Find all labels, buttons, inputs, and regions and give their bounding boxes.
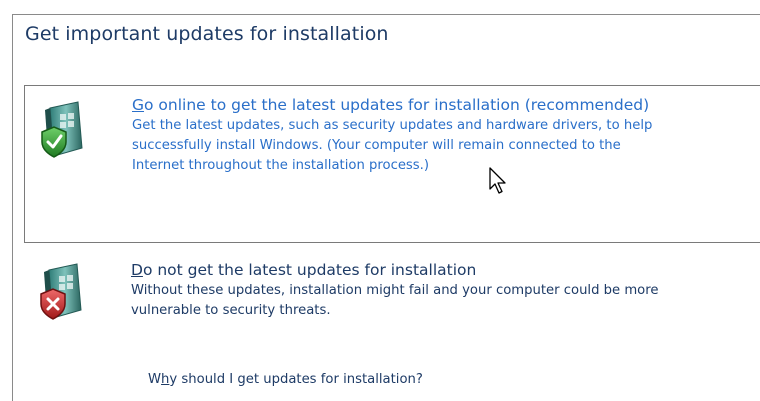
skip-updates-desc-line: Without these updates, installation migh… bbox=[131, 283, 659, 298]
why-updates-link[interactable]: Why should I get updates for installatio… bbox=[148, 372, 423, 387]
skip-updates-heading: Do not get the latest updates for instal… bbox=[131, 261, 760, 280]
go-online-description: Get the latest updates, such as security… bbox=[132, 116, 760, 176]
skip-updates-description: Without these updates, installation migh… bbox=[131, 281, 760, 321]
go-online-heading: Go online to get the latest updates for … bbox=[132, 96, 760, 115]
go-online-desc-line: successfully install Windows. (Your comp… bbox=[132, 138, 621, 153]
why-link-pre: W bbox=[148, 372, 162, 387]
go-online-desc-line: Internet throughout the installation pro… bbox=[132, 158, 430, 173]
updates-dialog: Get important updates for installation G… bbox=[12, 14, 760, 401]
skip-updates-text: Do not get the latest updates for instal… bbox=[131, 261, 760, 321]
skip-updates-option[interactable]: Do not get the latest updates for instal… bbox=[24, 251, 760, 341]
skip-updates-desc-line: vulnerable to security threats. bbox=[131, 303, 331, 318]
go-online-option[interactable]: Go online to get the latest updates for … bbox=[24, 85, 760, 243]
why-link-post: y should I get updates for installation? bbox=[169, 372, 423, 387]
shield-check-icon bbox=[41, 101, 83, 158]
go-online-heading-rest: o online to get the latest updates for i… bbox=[144, 96, 650, 114]
mouse-pointer-icon bbox=[489, 167, 506, 194]
shield-x-icon bbox=[40, 263, 82, 320]
go-online-text: Go online to get the latest updates for … bbox=[132, 96, 760, 176]
go-online-accel: G bbox=[132, 96, 145, 114]
skip-updates-heading-rest: o not get the latest updates for install… bbox=[142, 261, 477, 279]
page-title: Get important updates for installation bbox=[25, 23, 389, 45]
go-online-desc-line: Get the latest updates, such as security… bbox=[132, 118, 653, 133]
skip-updates-accel: D bbox=[131, 261, 143, 279]
